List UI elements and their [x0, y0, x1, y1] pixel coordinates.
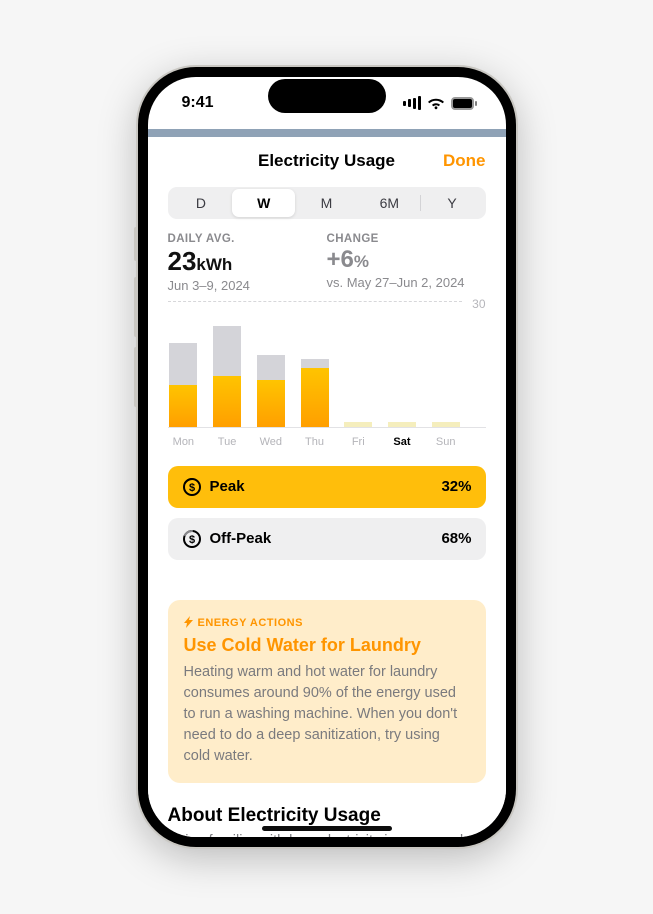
- segment-y[interactable]: Y: [421, 189, 484, 217]
- offpeak-percent: 68%: [441, 530, 471, 547]
- bar-wed[interactable]: [255, 301, 287, 427]
- time-range-segmented-control[interactable]: DWM6MY: [168, 187, 486, 219]
- day-label-sun: Sun: [430, 436, 462, 448]
- card-kicker: ENERGY ACTIONS: [184, 616, 470, 631]
- segment-d[interactable]: D: [170, 189, 233, 217]
- sheet-header: Electricity Usage Done: [168, 151, 486, 171]
- metric-daily-avg: DAILY AVG. 23kWh Jun 3–9, 2024: [168, 233, 327, 293]
- day-label-fri: Fri: [342, 436, 374, 448]
- metric-unit: %: [354, 252, 369, 271]
- metrics-row: DAILY AVG. 23kWh Jun 3–9, 2024 CHANGE +6…: [168, 233, 486, 293]
- status-indicators: [401, 96, 478, 110]
- usage-bar-chart[interactable]: 30: [168, 301, 486, 428]
- peak-percent: 32%: [441, 478, 471, 495]
- metric-change: CHANGE +6% vs. May 27–Jun 2, 2024: [327, 233, 486, 293]
- screen: 9:41 Electricity Usage Done DWM6MY: [148, 77, 506, 837]
- bar-thu[interactable]: [299, 301, 331, 427]
- status-time: 9:41: [182, 94, 214, 112]
- day-label-thu: Thu: [299, 436, 331, 448]
- card-title: Use Cold Water for Laundry: [184, 635, 470, 656]
- usage-split: $ Peak 32% $ Off-Peak 68%: [168, 466, 486, 560]
- svg-text:$: $: [188, 534, 194, 546]
- bar-sun[interactable]: [430, 301, 462, 427]
- bar-sat[interactable]: [386, 301, 418, 427]
- metric-label: DAILY AVG.: [168, 233, 327, 245]
- day-label-mon: Mon: [168, 436, 200, 448]
- offpeak-label: Off-Peak: [210, 530, 272, 547]
- segment-6m[interactable]: 6M: [358, 189, 421, 217]
- peak-pill[interactable]: $ Peak 32%: [168, 466, 486, 508]
- bar-fri[interactable]: [342, 301, 374, 427]
- offpeak-pill[interactable]: $ Off-Peak 68%: [168, 518, 486, 560]
- bolt-icon: [184, 616, 194, 631]
- offpeak-icon: $: [182, 529, 202, 549]
- metric-number: +6: [327, 246, 354, 273]
- energy-actions-card[interactable]: ENERGY ACTIONS Use Cold Water for Laundr…: [168, 600, 486, 783]
- day-label-tue: Tue: [211, 436, 243, 448]
- metric-label: CHANGE: [327, 233, 486, 245]
- metric-subtitle: vs. May 27–Jun 2, 2024: [327, 275, 486, 290]
- metric-unit: kWh: [196, 255, 232, 274]
- card-kicker-text: ENERGY ACTIONS: [198, 617, 303, 629]
- phone-frame: 9:41 Electricity Usage Done DWM6MY: [138, 67, 516, 847]
- peak-icon: $: [182, 477, 202, 497]
- segment-w[interactable]: W: [232, 189, 295, 217]
- metric-value: 23kWh: [168, 247, 327, 276]
- metric-subtitle: Jun 3–9, 2024: [168, 278, 327, 293]
- about-body: Being familiar with how electricity is m…: [168, 833, 486, 837]
- day-label-wed: Wed: [255, 436, 287, 448]
- cellular-signal-icon: [401, 96, 421, 110]
- peak-label: Peak: [210, 478, 245, 495]
- backdrop-bar: [148, 129, 506, 137]
- about-heading: About Electricity Usage: [168, 805, 486, 827]
- page-title: Electricity Usage: [168, 151, 486, 171]
- day-label-sat: Sat: [386, 436, 418, 448]
- metric-number: 23: [168, 246, 197, 276]
- metric-value: +6%: [327, 247, 486, 273]
- sheet: Electricity Usage Done DWM6MY DAILY AVG.…: [148, 137, 506, 837]
- bar-tue[interactable]: [211, 301, 243, 427]
- svg-text:$: $: [188, 482, 194, 494]
- wifi-icon: [427, 97, 445, 110]
- home-indicator[interactable]: [262, 826, 392, 831]
- dynamic-island: [268, 79, 386, 113]
- chart-ymax-label: 30: [472, 297, 485, 311]
- card-body: Heating warm and hot water for laundry c…: [184, 662, 470, 767]
- battery-icon: [451, 97, 478, 110]
- segment-m[interactable]: M: [295, 189, 358, 217]
- bar-mon[interactable]: [168, 301, 200, 427]
